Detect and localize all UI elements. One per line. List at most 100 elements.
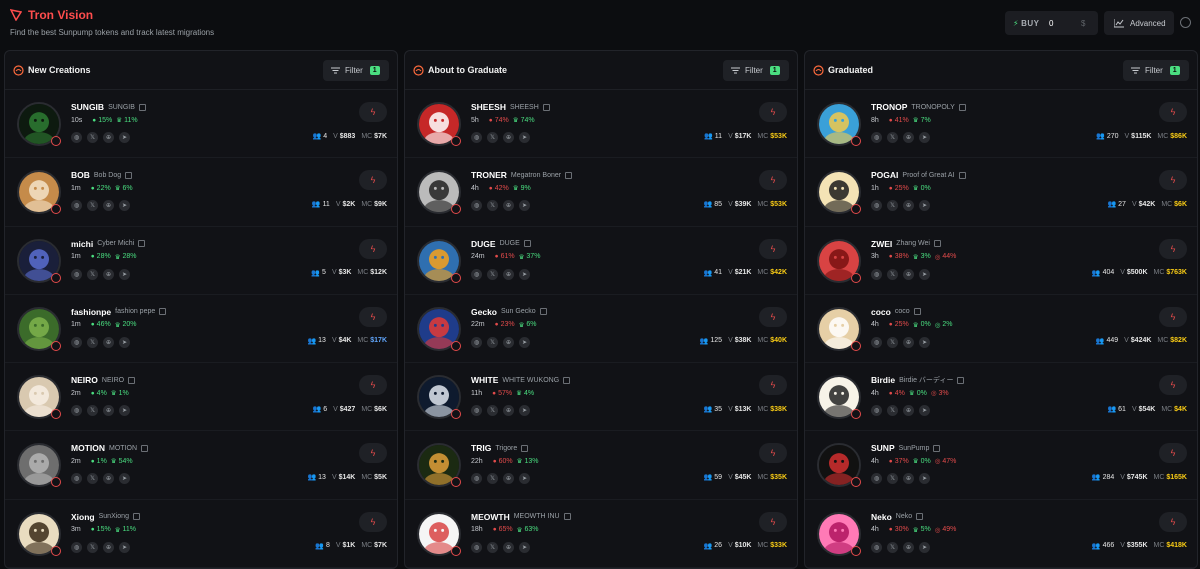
copy-icon[interactable] (913, 308, 921, 316)
telegram-icon[interactable]: ➤ (919, 541, 930, 553)
x-twitter-icon[interactable]: 𝕏 (487, 200, 498, 212)
token-row[interactable]: TRIG Trigore 22h ● 60% ♛ 13% ◍ 𝕏 ⊕ ➤ ϟ 👥 59… (405, 431, 797, 500)
token-row[interactable]: michi Cyber Michi 1m ● 28% ♛ 28% ◍ 𝕏 ⊕ ➤ ϟ… (5, 227, 397, 295)
copy-icon[interactable] (958, 103, 966, 111)
quick-buy-button[interactable]: ϟ (359, 375, 387, 396)
website-icon[interactable]: ◍ (871, 268, 882, 280)
x-twitter-icon[interactable]: 𝕏 (87, 132, 98, 143)
x-twitter-icon[interactable]: 𝕏 (887, 132, 898, 143)
globe-icon[interactable]: ⊕ (103, 200, 114, 212)
x-twitter-icon[interactable]: 𝕏 (487, 132, 498, 143)
token-ticker[interactable]: POGAI (871, 170, 898, 180)
quick-buy-button[interactable]: ϟ (759, 306, 787, 327)
copy-icon[interactable] (138, 103, 146, 111)
token-row[interactable]: POGAI Proof of Great AI 1h ● 25% ♛ 0% ◍ 𝕏 … (805, 158, 1197, 227)
x-twitter-icon[interactable]: 𝕏 (87, 541, 98, 553)
token-ticker[interactable]: Xiong (71, 512, 95, 522)
telegram-icon[interactable]: ➤ (919, 268, 930, 280)
globe-icon[interactable]: ⊕ (503, 132, 514, 143)
quick-buy-button[interactable]: ϟ (759, 170, 787, 191)
copy-icon[interactable] (916, 513, 924, 521)
quick-buy-button[interactable]: ϟ (359, 443, 387, 464)
advanced-button[interactable]: Advanced (1104, 11, 1174, 35)
token-row[interactable]: Neko Neko 4h ● 30% ♛ 5% ◎ 49% ◍ 𝕏 ⊕ ➤ ϟ 👥 46… (805, 500, 1197, 568)
copy-icon[interactable] (563, 513, 571, 521)
token-row[interactable]: Gecko Sun Gecko 22m ● 23% ♛ 6% ◍ 𝕏 ⊕ ➤ ϟ 👥… (405, 295, 797, 364)
copy-icon[interactable] (159, 308, 167, 316)
globe-icon[interactable]: ⊕ (103, 541, 114, 553)
token-row[interactable]: TRONOP TRONOPOLY 8h ● 41% ♛ 7% ◍ 𝕏 ⊕ ➤ ϟ 👥… (805, 90, 1197, 159)
filter-button[interactable]: Filter 1 (323, 60, 389, 81)
telegram-icon[interactable]: ➤ (919, 473, 930, 485)
token-row[interactable]: Xiong SunXiong 3m ● 15% ♛ 11% ◍ 𝕏 ⊕ ➤ ϟ 👥 8… (5, 500, 397, 568)
globe-icon[interactable]: ⊕ (903, 473, 914, 485)
quick-buy-button[interactable]: ϟ (759, 102, 787, 122)
globe-icon[interactable]: ⊕ (503, 268, 514, 280)
token-ticker[interactable]: michi (71, 239, 93, 249)
website-icon[interactable]: ◍ (471, 541, 482, 553)
website-icon[interactable]: ◍ (871, 200, 882, 212)
website-icon[interactable]: ◍ (71, 200, 82, 212)
token-ticker[interactable]: ZWEI (871, 239, 892, 249)
quick-buy-button[interactable]: ϟ (359, 170, 387, 191)
token-row[interactable]: SUNGIB SUNGIB 10s ● 15% ♛ 11% ◍ 𝕏 ⊕ ➤ ϟ 👥 4… (5, 90, 397, 159)
quick-buy-button[interactable]: ϟ (359, 511, 387, 532)
token-ticker[interactable]: WHITE (471, 375, 498, 385)
x-twitter-icon[interactable]: 𝕏 (87, 336, 98, 348)
telegram-icon[interactable]: ➤ (119, 336, 130, 348)
globe-icon[interactable]: ⊕ (503, 336, 514, 348)
x-twitter-icon[interactable]: 𝕏 (887, 268, 898, 280)
website-icon[interactable]: ◍ (471, 473, 482, 485)
copy-icon[interactable] (141, 444, 148, 452)
copy-icon[interactable] (138, 240, 146, 248)
telegram-icon[interactable]: ➤ (519, 200, 530, 212)
copy-icon[interactable] (542, 103, 550, 111)
telegram-icon[interactable]: ➤ (919, 336, 930, 348)
telegram-icon[interactable]: ➤ (919, 200, 930, 212)
website-icon[interactable]: ◍ (871, 336, 882, 348)
x-twitter-icon[interactable]: 𝕏 (487, 268, 498, 280)
x-twitter-icon[interactable]: 𝕏 (87, 200, 98, 212)
token-row[interactable]: WHITE WHITE WUKONG 11h ● 57% ♛ 4% ◍ 𝕏 ⊕ ➤ … (405, 363, 797, 432)
copy-icon[interactable] (539, 308, 547, 316)
telegram-icon[interactable]: ➤ (519, 336, 530, 348)
website-icon[interactable]: ◍ (71, 473, 82, 485)
quick-buy-button[interactable]: ϟ (359, 102, 387, 122)
x-twitter-icon[interactable]: 𝕏 (487, 336, 498, 348)
filter-button[interactable]: Filter 1 (1123, 60, 1189, 81)
token-ticker[interactable]: coco (871, 307, 891, 317)
token-ticker[interactable]: SHEESH (471, 102, 506, 112)
x-twitter-icon[interactable]: 𝕏 (887, 200, 898, 212)
globe-icon[interactable]: ⊕ (503, 541, 514, 553)
token-row[interactable]: NEIRO NEIRO 2m ● 4% ♛ 1% ◍ 𝕏 ⊕ ➤ ϟ 👥 6 V $4… (5, 363, 397, 432)
globe-icon[interactable]: ⊕ (103, 132, 114, 143)
website-icon[interactable]: ◍ (71, 405, 82, 417)
telegram-icon[interactable]: ➤ (119, 200, 130, 212)
website-icon[interactable]: ◍ (471, 405, 482, 417)
globe-icon[interactable]: ⊕ (503, 473, 514, 485)
copy-icon[interactable] (565, 171, 573, 179)
token-ticker[interactable]: DUGE (471, 239, 496, 249)
website-icon[interactable]: ◍ (71, 541, 82, 553)
globe-icon[interactable]: ⊕ (903, 541, 914, 553)
brand[interactable]: Tron Vision (10, 8, 93, 22)
copy-icon[interactable] (563, 376, 571, 384)
token-ticker[interactable]: TRONOP (871, 102, 907, 112)
token-ticker[interactable]: TRIG (471, 443, 491, 453)
telegram-icon[interactable]: ➤ (119, 473, 130, 485)
website-icon[interactable]: ◍ (871, 473, 882, 485)
website-icon[interactable]: ◍ (871, 405, 882, 417)
telegram-icon[interactable]: ➤ (119, 541, 130, 553)
quick-buy-button[interactable]: ϟ (1159, 375, 1187, 396)
x-twitter-icon[interactable]: 𝕏 (887, 473, 898, 485)
copy-icon[interactable] (125, 171, 133, 179)
globe-icon[interactable]: ⊕ (103, 336, 114, 348)
telegram-icon[interactable]: ➤ (519, 132, 530, 143)
website-icon[interactable]: ◍ (871, 132, 882, 143)
token-row[interactable]: BOB Bob Dog 1m ● 22% ♛ 6% ◍ 𝕏 ⊕ ➤ ϟ 👥 11 V … (5, 158, 397, 227)
globe-icon[interactable]: ⊕ (903, 405, 914, 417)
token-row[interactable]: ZWEI Zhang Wei 3h ● 38% ♛ 3% ◎ 44% ◍ 𝕏 ⊕ ➤ … (805, 227, 1197, 295)
telegram-icon[interactable]: ➤ (119, 268, 130, 280)
telegram-icon[interactable]: ➤ (119, 405, 130, 417)
token-ticker[interactable]: Gecko (471, 307, 497, 317)
